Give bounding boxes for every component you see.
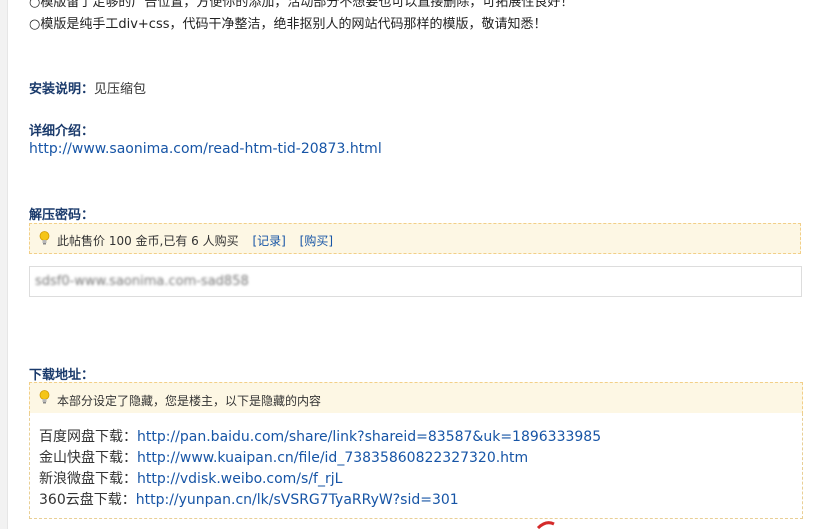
unzip-label: 解压密码：: [29, 208, 95, 223]
download-links-box: 百度网盘下载：http://pan.baidu.com/share/link?s…: [29, 413, 803, 519]
install-value: 见压缩包: [94, 82, 147, 97]
buy-link[interactable]: [购买]: [300, 234, 333, 248]
password-text-blurred: sdsf0-www.saonima.com-sad858: [35, 274, 249, 289]
install-section: 安装说明：见压缩包: [29, 78, 146, 97]
lightbulb-icon: [39, 390, 50, 404]
hidden-content-notice-text: 本部分设定了隐藏，您是楼主，以下是隐藏的内容: [57, 394, 322, 408]
purchase-notice-text-wrap: 此帖售价 100 金币,已有 6 人购买 [记录] [购买]: [57, 232, 333, 249]
download-link-vdisk[interactable]: http://vdisk.weibo.com/s/f_rjL: [137, 471, 342, 487]
intro-line-1: ○模版留了足够的广告位置，方便你的添加，活动部分不想要也可以直接删除，可拓展性良…: [29, 0, 574, 10]
record-link[interactable]: [记录]: [252, 234, 285, 248]
lightbulb-icon: [39, 231, 50, 245]
download-label-360: 360云盘下载：: [39, 492, 136, 508]
download-link-baidu[interactable]: http://pan.baidu.com/share/link?shareid=…: [137, 429, 601, 445]
download-row-baidu: 百度网盘下载：http://pan.baidu.com/share/link?s…: [39, 426, 601, 446]
download-link-360[interactable]: http://yunpan.cn/lk/sVSRG7TyaRRyW?sid=30…: [136, 492, 459, 508]
download-row-360: 360云盘下载：http://yunpan.cn/lk/sVSRG7TyaRRy…: [39, 489, 459, 509]
download-label: 下载地址：: [29, 368, 95, 383]
details-label: 详细介绍：: [29, 124, 95, 139]
download-label-baidu: 百度网盘下载：: [39, 429, 137, 445]
left-border-strip: [0, 0, 8, 529]
red-arrow-icon: [536, 521, 555, 529]
install-label: 安装说明：: [29, 82, 95, 97]
download-row-kuaipan: 金山快盘下载：http://www.kuaipan.cn/file/id_738…: [39, 447, 528, 467]
download-label-kuaipan: 金山快盘下载：: [39, 450, 137, 466]
password-box: sdsf0-www.saonima.com-sad858: [29, 266, 802, 297]
hidden-content-notice: 本部分设定了隐藏，您是楼主，以下是隐藏的内容: [29, 382, 803, 414]
purchase-notice: 此帖售价 100 金币,已有 6 人购买 [记录] [购买]: [29, 223, 801, 254]
download-row-vdisk: 新浪微盘下载：http://vdisk.weibo.com/s/f_rjL: [39, 468, 342, 488]
download-label-vdisk: 新浪微盘下载：: [39, 471, 137, 487]
purchase-notice-text: 此帖售价 100 金币,已有 6 人购买: [57, 234, 239, 248]
details-link[interactable]: http://www.saonima.com/read-htm-tid-2087…: [29, 141, 382, 157]
download-link-kuaipan[interactable]: http://www.kuaipan.cn/file/id_7383586082…: [137, 450, 528, 466]
intro-line-2: ○模版是纯手工div+css，代码干净整洁，绝非抠别人的网站代码那样的模版，敬请…: [29, 17, 547, 32]
